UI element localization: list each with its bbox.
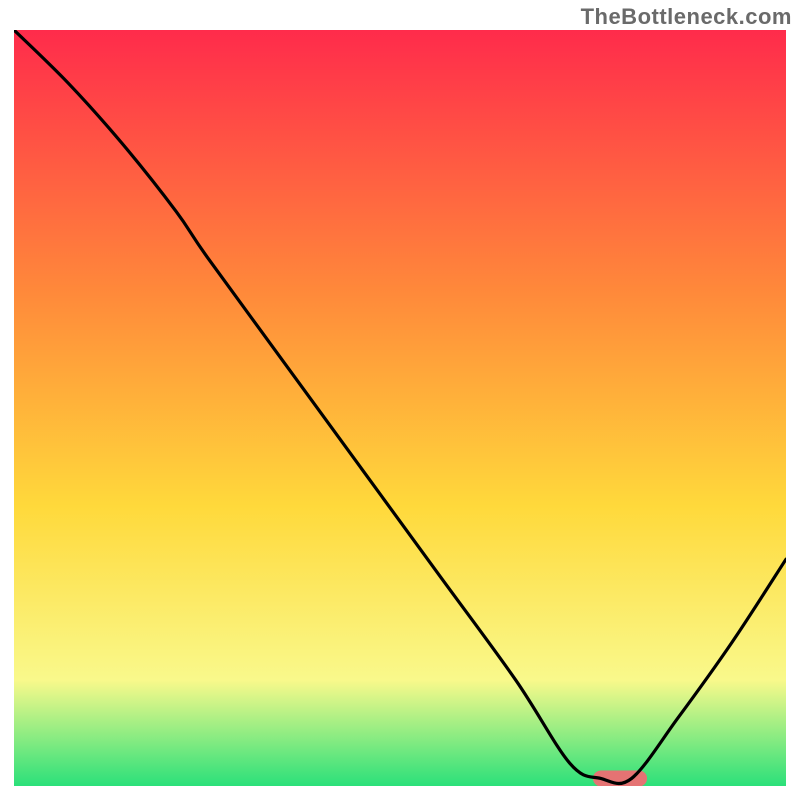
chart-background — [14, 30, 786, 786]
bottleneck-chart — [14, 30, 786, 786]
watermark-text: TheBottleneck.com — [581, 4, 792, 30]
